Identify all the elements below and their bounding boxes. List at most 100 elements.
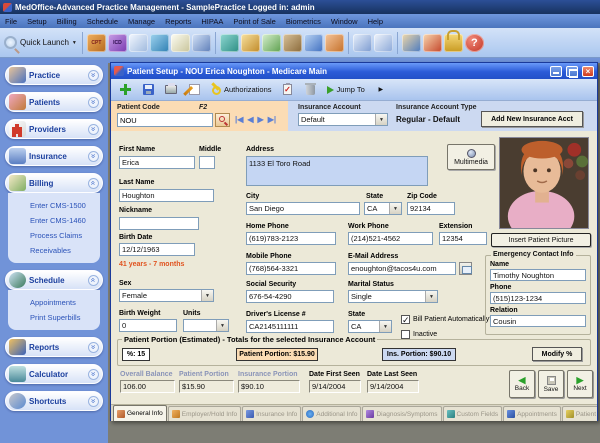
sidebar-item-shortcuts[interactable]: Shortcuts »: [5, 391, 103, 411]
tab-patient-notes[interactable]: Patient Notes: [562, 406, 597, 421]
security-lock-icon[interactable]: [444, 34, 463, 52]
sidebar-item-enter-cms-1460[interactable]: Enter CMS-1460: [30, 213, 100, 228]
maximize-button[interactable]: [566, 66, 578, 77]
time-document-icon[interactable]: [353, 34, 372, 52]
save-record-button[interactable]: Save: [538, 370, 564, 398]
emergency-name-input[interactable]: [490, 269, 586, 281]
online-services-icon[interactable]: [304, 34, 323, 52]
picture-frame-icon[interactable]: [423, 34, 442, 52]
city-input[interactable]: [246, 202, 360, 215]
authorizations-button[interactable]: Authorizations: [207, 81, 275, 99]
modify-percent-button[interactable]: Modify %: [532, 347, 582, 361]
ledger-icon[interactable]: [262, 34, 281, 52]
birth-date-input[interactable]: [119, 243, 195, 256]
sidebar-item-schedule[interactable]: Schedule »: [5, 270, 103, 290]
jump-to-submenu-arrow[interactable]: ▶: [371, 81, 391, 99]
payments-icon[interactable]: [283, 34, 302, 52]
expand-chevron-icon[interactable]: »: [88, 70, 99, 81]
birth-weight-input[interactable]: [119, 319, 177, 332]
expand-chevron-icon[interactable]: »: [88, 97, 99, 108]
sex-select[interactable]: Female▼: [119, 289, 214, 302]
nickname-input[interactable]: [119, 217, 199, 230]
help-icon[interactable]: ?: [465, 34, 484, 52]
menu-schedule[interactable]: Schedule: [82, 14, 123, 28]
sidebar-item-reports[interactable]: Reports »: [5, 337, 103, 357]
print-button[interactable]: [161, 81, 181, 99]
extension-input[interactable]: [439, 232, 487, 245]
social-security-input[interactable]: [246, 290, 334, 303]
next-button[interactable]: ▶ Next: [567, 370, 593, 398]
mobile-phone-input[interactable]: [246, 262, 336, 275]
tab-custom-fields[interactable]: Custom Fields: [443, 406, 503, 421]
next-record-button[interactable]: ▶: [258, 115, 264, 124]
sidebar-item-receivables[interactable]: Receivables: [30, 243, 100, 258]
sidebar-item-practice[interactable]: Practice »: [5, 65, 103, 85]
close-button[interactable]: ×: [582, 66, 594, 77]
tab-additional-info[interactable]: Additional Info: [302, 406, 361, 421]
collapse-chevron-icon[interactable]: »: [88, 275, 99, 286]
calendar-icon[interactable]: [374, 34, 393, 52]
tab-employer-hold-info[interactable]: Employer/Hold Info: [168, 406, 241, 421]
emergency-phone-input[interactable]: [490, 292, 586, 304]
license-state-select[interactable]: CA▼: [348, 320, 392, 333]
transfer-monitor-icon[interactable]: [220, 34, 239, 52]
drivers-license-input[interactable]: [246, 320, 334, 333]
menu-file[interactable]: File: [0, 14, 22, 28]
menu-billing[interactable]: Billing: [52, 14, 82, 28]
sidebar-item-calculator[interactable]: Calculator »: [5, 364, 103, 384]
sidebar-item-billing[interactable]: Billing »: [5, 173, 103, 193]
menu-setup[interactable]: Setup: [22, 14, 52, 28]
sidebar-item-patients[interactable]: Patients »: [5, 92, 103, 112]
expand-chevron-icon[interactable]: »: [88, 151, 99, 162]
expand-chevron-icon[interactable]: »: [88, 124, 99, 135]
insurance-account-select[interactable]: Default ▼: [298, 113, 388, 126]
last-name-input[interactable]: [119, 189, 214, 202]
back-button[interactable]: ◀ Back: [509, 370, 535, 398]
work-phone-input[interactable]: [348, 232, 433, 245]
jump-to-button[interactable]: Jump To: [324, 81, 368, 99]
save-button[interactable]: [138, 81, 158, 99]
home-phone-input[interactable]: [246, 232, 336, 245]
verify-button[interactable]: ✓: [278, 81, 298, 99]
tab-general-info[interactable]: General Info: [113, 405, 167, 421]
menu-manage[interactable]: Manage: [123, 14, 160, 28]
tab-insurance-info[interactable]: Insurance Info: [242, 406, 301, 421]
expand-chevron-icon[interactable]: »: [88, 342, 99, 353]
sidebar-item-enter-cms-1500[interactable]: Enter CMS-1500: [30, 198, 100, 213]
expand-chevron-icon[interactable]: »: [88, 396, 99, 407]
previous-record-button[interactable]: ◀: [247, 115, 253, 124]
cpt-codes-icon[interactable]: CPT: [87, 34, 106, 52]
inactive-checkbox[interactable]: [401, 330, 410, 339]
first-name-input[interactable]: [119, 156, 195, 169]
edit-button[interactable]: [184, 81, 204, 99]
lab-icon[interactable]: [150, 34, 169, 52]
zip-code-input[interactable]: [407, 202, 455, 215]
marital-status-select[interactable]: Single▼: [348, 290, 438, 303]
collapse-chevron-icon[interactable]: »: [88, 178, 99, 189]
patient-code-input[interactable]: [117, 113, 213, 127]
document-search-icon[interactable]: [192, 34, 211, 52]
sidebar-item-print-superbills[interactable]: Print Superbills: [30, 310, 100, 325]
menu-reports[interactable]: Reports: [160, 14, 196, 28]
delete-button[interactable]: [301, 81, 321, 99]
emergency-relation-input[interactable]: [490, 315, 586, 327]
minimize-button[interactable]: [550, 66, 562, 77]
menu-biometrics[interactable]: Biometrics: [281, 14, 326, 28]
last-record-button[interactable]: ▶|: [268, 115, 276, 124]
address-input[interactable]: 1133 El Toro Road: [246, 156, 428, 186]
insert-patient-picture-button[interactable]: Insert Patient Picture: [491, 233, 591, 247]
email-button[interactable]: [459, 262, 472, 275]
menu-hipaa[interactable]: HIPAA: [196, 14, 228, 28]
sidebar-item-process-claims[interactable]: Process Claims: [30, 228, 100, 243]
email-input[interactable]: [348, 262, 456, 275]
state-select[interactable]: CA▼: [364, 202, 402, 215]
middle-input[interactable]: [199, 156, 215, 169]
quick-launch-button[interactable]: Quick Launch ▼: [4, 36, 77, 49]
sidebar-item-providers[interactable]: Providers »: [5, 119, 103, 139]
expand-chevron-icon[interactable]: »: [88, 369, 99, 380]
units-select[interactable]: ▼: [183, 319, 229, 332]
menu-help[interactable]: Help: [363, 14, 388, 28]
bill-patient-automatically-checkbox[interactable]: ✓: [401, 315, 410, 324]
first-record-button[interactable]: |◀: [235, 115, 243, 124]
charges-icon[interactable]: [241, 34, 260, 52]
